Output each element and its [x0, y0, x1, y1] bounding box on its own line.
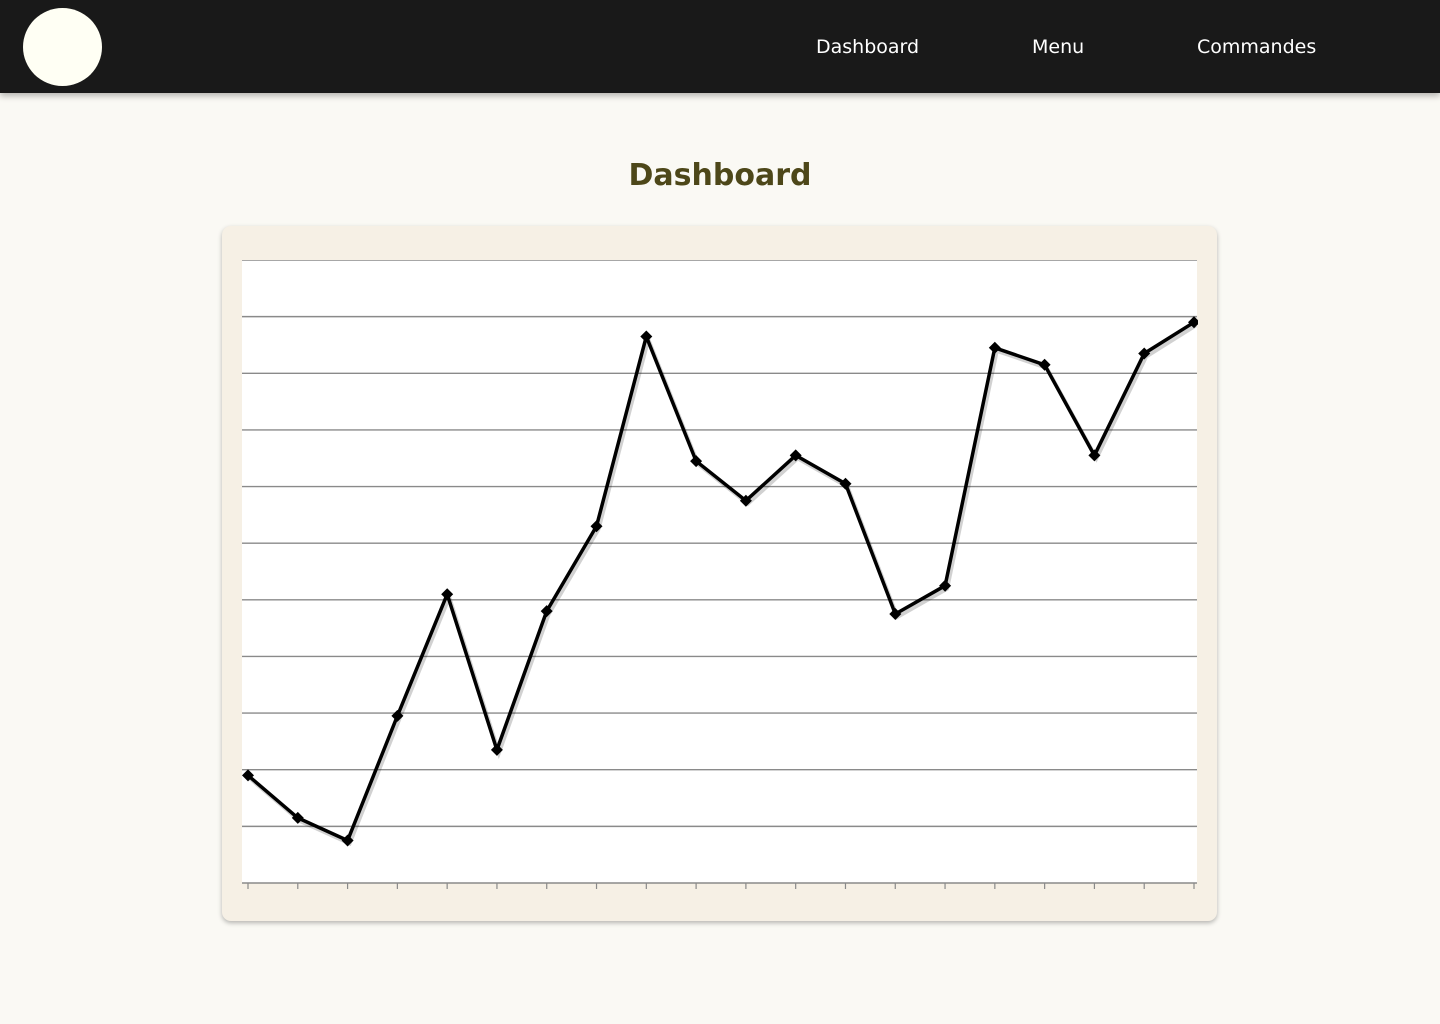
chart-card: [222, 226, 1217, 921]
plot-area: [242, 260, 1197, 883]
page-title: Dashboard: [628, 158, 812, 193]
nav-link-commandes[interactable]: Commandes: [1197, 34, 1316, 60]
top-navbar: Dashboard Menu Commandes: [0, 0, 1440, 93]
nav-link-menu[interactable]: Menu: [1032, 34, 1084, 60]
logo[interactable]: [23, 8, 102, 86]
nav-link-dashboard[interactable]: Dashboard: [816, 34, 919, 60]
line-chart: [242, 260, 1198, 889]
